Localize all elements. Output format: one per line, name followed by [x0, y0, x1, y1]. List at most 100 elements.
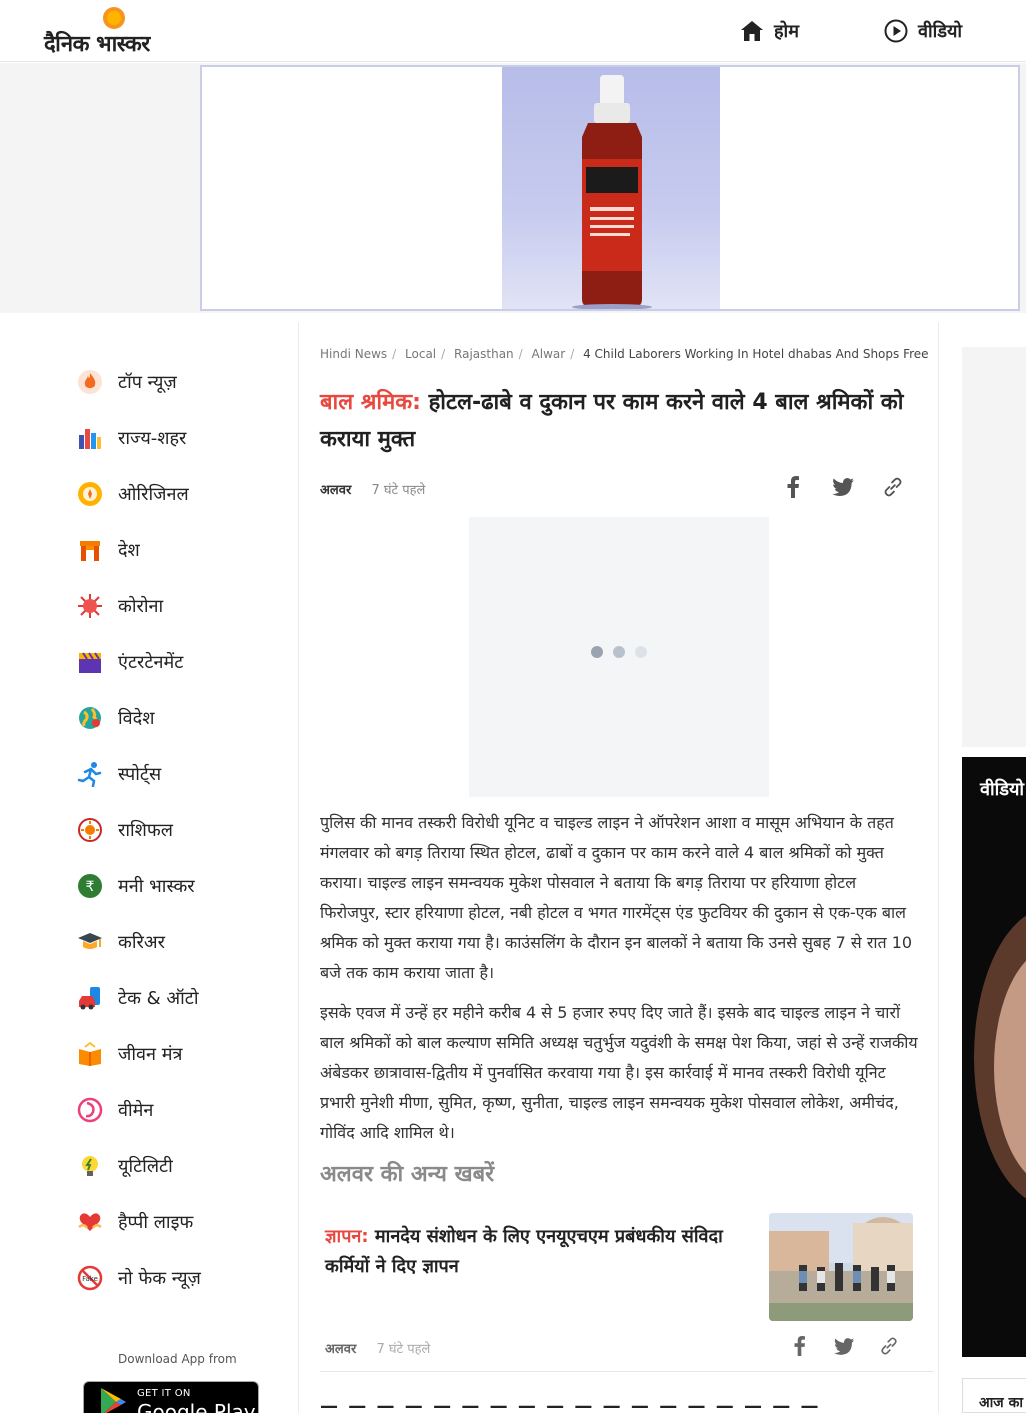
clapperboard-icon: [76, 648, 104, 676]
original-icon: [76, 480, 104, 508]
nav-video-label: वीडियो: [918, 21, 963, 42]
breadcrumb-hindi-news[interactable]: Hindi News: [320, 347, 387, 361]
next-news-teaser[interactable]: — — — — — — — — — — — — — — — — — —: [320, 1402, 920, 1413]
breadcrumb: Hindi News / Local / Rajasthan / Alwar/ 4 C…: [320, 347, 929, 361]
india-gate-icon: [76, 536, 104, 564]
sidebar-item-money-bhaskar[interactable]: ₹ मनी भास्कर: [76, 870, 195, 902]
breadcrumb-alwar[interactable]: Alwar: [532, 347, 566, 361]
article-headline: बाल श्रमिक: होटल-ढाबे व दुकान पर काम करन…: [320, 384, 920, 458]
article-paragraph: इसके एवज में उन्हें हर महीने करीब 4 से 5…: [320, 1003, 918, 1142]
tech-auto-icon: [76, 984, 104, 1012]
right-rail-ad[interactable]: [962, 347, 1026, 747]
facebook-icon: [794, 1336, 805, 1356]
breadcrumb-local[interactable]: Local: [405, 347, 436, 361]
sidebar-item-label: एंटरटेनमेंट: [118, 652, 184, 673]
more-news-heading: अलवर की अन्य खबरें: [320, 1162, 495, 1187]
right-rail-video[interactable]: वीडियो: [962, 757, 1026, 1357]
sidebar-item-label: हैप्पी लाइफ: [118, 1212, 194, 1233]
sidebar-item-entertainment[interactable]: एंटरटेनमेंट: [76, 646, 183, 678]
heart-hands-icon: [76, 1208, 104, 1236]
video-thumbnail: [974, 915, 1026, 1199]
right-rail-today-box[interactable]: आज का: [962, 1378, 1026, 1413]
right-bottom-label: आज का: [979, 1395, 1023, 1411]
ad-product-image[interactable]: [502, 67, 720, 309]
virus-icon: [76, 592, 104, 620]
sidebar-item-jeevan-mantra[interactable]: जीवन मंत्र: [76, 1038, 182, 1070]
breadcrumb-current: 4 Child Laborers Working In Hotel dhabas…: [583, 347, 929, 361]
article-paragraph: पुलिस की मानव तस्करी विरोधी यूनिट व चाइल…: [320, 813, 913, 982]
sidebar-item-label: देश: [118, 540, 140, 561]
sidebar-item-women[interactable]: वीमेन: [76, 1094, 153, 1126]
nav-home-label: होम: [774, 21, 799, 42]
loading-dot: [591, 646, 603, 658]
link-icon: [884, 477, 902, 497]
sidebar-item-original[interactable]: ओरिजिनल: [76, 478, 189, 510]
sidebar-item-sports[interactable]: स्पोर्ट्स: [76, 758, 161, 790]
google-play-button[interactable]: GET IT ON Google Play: [83, 1381, 259, 1413]
sidebar-item-corona[interactable]: कोरोना: [76, 590, 163, 622]
top-ad-banner: [0, 63, 1026, 313]
divider-left: [298, 322, 299, 1413]
sidebar-item-happy-life[interactable]: हैप्पी लाइफ: [76, 1206, 193, 1238]
google-play-icon: [101, 1388, 126, 1413]
book-icon: [76, 1040, 104, 1068]
nav-video[interactable]: वीडियो: [884, 16, 962, 46]
sidebar-item-label: करिअर: [118, 932, 165, 953]
nav-home[interactable]: होम: [740, 16, 799, 46]
sidebar-item-utility[interactable]: यूटिलिटी: [76, 1150, 173, 1182]
dainik-bhaskar-logo[interactable]: दैनिक भास्कर: [44, 6, 186, 57]
site-header: दैनिक भास्कर होम वीडियो: [0, 0, 1026, 62]
left-sidebar: टॉप न्यूज़ राज्य-शहर ओरिजिनल देश कोरोना …: [0, 322, 298, 1413]
share-link-button[interactable]: [880, 474, 906, 500]
related-share-link-button[interactable]: [876, 1333, 902, 1359]
related-share-facebook-button[interactable]: [786, 1333, 812, 1359]
related-news-thumbnail[interactable]: [769, 1213, 913, 1321]
sidebar-item-top-news[interactable]: टॉप न्यूज़: [76, 366, 177, 398]
sidebar-item-country[interactable]: देश: [76, 534, 140, 566]
sidebar-item-label: टेक & ऑटो: [118, 988, 199, 1009]
article-location[interactable]: अलवर: [320, 483, 351, 498]
bulb-icon: [76, 1152, 104, 1180]
sidebar-item-label: जीवन मंत्र: [118, 1044, 183, 1065]
sidebar-item-label: नो फेक न्यूज़: [118, 1268, 201, 1289]
related-meta: अलवर 7 घंटे पहले: [325, 1339, 430, 1357]
no-fake-icon: Fake: [76, 1264, 104, 1292]
sidebar-item-state-city[interactable]: राज्य-शहर: [76, 422, 186, 454]
related-news-title[interactable]: ज्ञापन: मानदेय संशोधन के लिए एनयूएचएम प्…: [325, 1222, 755, 1282]
sidebar-item-horoscope[interactable]: राशिफल: [76, 814, 173, 846]
zodiac-icon: [76, 816, 104, 844]
home-icon: [741, 21, 763, 41]
twitter-icon: [832, 478, 854, 496]
share-twitter-button[interactable]: [830, 474, 856, 500]
svg-text:₹: ₹: [86, 879, 95, 895]
flame-icon: [76, 368, 104, 396]
video-player-placeholder[interactable]: [469, 517, 769, 797]
article-main: Hindi News / Local / Rajasthan / Alwar/ 4 C…: [300, 322, 938, 1413]
sidebar-item-label: राशिफल: [118, 820, 174, 841]
related-share-twitter-button[interactable]: [831, 1333, 857, 1359]
sidebar-item-label: विदेश: [118, 708, 155, 729]
sidebar-item-label: स्पोर्ट्स: [118, 764, 162, 785]
women-icon: [76, 1096, 104, 1124]
twitter-icon: [834, 1337, 854, 1355]
breadcrumb-rajasthan[interactable]: Rajasthan: [454, 347, 514, 361]
google-play-small-text: GET IT ON: [137, 1388, 191, 1399]
download-app-label: Download App from: [118, 1352, 237, 1366]
ad-frame[interactable]: [200, 65, 1020, 311]
share-facebook-button[interactable]: [780, 474, 806, 500]
loading-dot: [613, 646, 625, 658]
facebook-icon: [787, 476, 799, 498]
runner-icon: [76, 760, 104, 788]
sidebar-item-tech-auto[interactable]: टेक & ऑटो: [76, 982, 199, 1014]
sidebar-item-career[interactable]: करिअर: [76, 926, 165, 958]
article-meta: अलवर 7 घंटे पहले: [320, 480, 425, 498]
sidebar-item-label: मनी भास्कर: [118, 876, 195, 897]
related-news-card[interactable]: ज्ञापन: मानदेय संशोधन के लिए एनयूएचएम प्…: [320, 1207, 934, 1372]
rupee-icon: ₹: [76, 872, 104, 900]
sidebar-item-world[interactable]: विदेश: [76, 702, 154, 734]
related-location[interactable]: अलवर: [325, 1342, 356, 1357]
sidebar-item-label: ओरिजिनल: [118, 484, 189, 505]
play-icon: [884, 19, 908, 43]
sidebar-item-label: यूटिलिटी: [118, 1156, 173, 1177]
sidebar-item-no-fake-news[interactable]: Fake नो फेक न्यूज़: [76, 1262, 201, 1294]
